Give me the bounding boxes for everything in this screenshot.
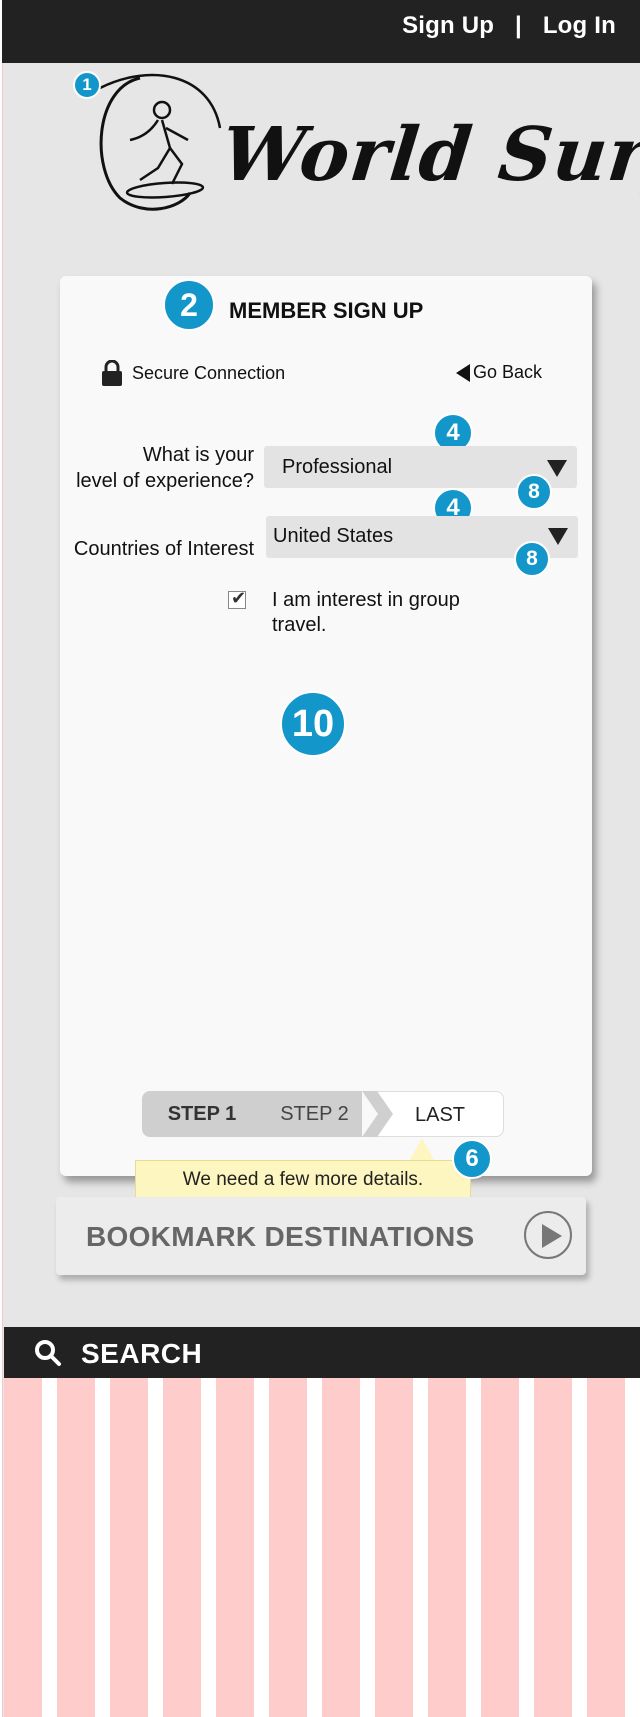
annotation-marker-10: 10 [280, 691, 346, 757]
chevron-down-icon [548, 528, 568, 545]
bookmark-destinations-button[interactable]: BOOKMARK DESTINATIONS [56, 1197, 586, 1275]
annotation-marker-1: 1 [73, 71, 101, 99]
annotation-marker-6: 6 [452, 1139, 492, 1179]
group-travel-checkbox[interactable]: ✔ [228, 588, 247, 609]
go-back-label: Go Back [473, 362, 543, 382]
back-arrow-icon [456, 363, 470, 382]
search-bar[interactable]: SEARCH [4, 1327, 640, 1378]
secure-label: Secure Connection [132, 362, 286, 383]
step-last-label: LAST [414, 1104, 466, 1126]
auth-links: Sign Up | Log In [402, 12, 616, 40]
content-placeholder [4, 1378, 640, 1717]
top-bar: Sign Up | Log In [2, 0, 640, 63]
go-back-link[interactable]: Go Back [456, 362, 542, 383]
checkmark-icon: ✔ [231, 588, 247, 608]
group-travel-label: I am interest in group travel. [272, 589, 460, 636]
step-2-label: STEP 2 [280, 1103, 349, 1125]
annotation-marker-8b: 8 [514, 541, 550, 577]
progress-steps: LAST STEP 2 STEP 1 [142, 1091, 504, 1137]
form-title: MEMBER SIGN UP [229, 298, 424, 323]
group-travel-row: ✔ I am interest in group travel. [228, 588, 492, 638]
step-1[interactable]: STEP 1 [142, 1091, 262, 1137]
logo-text: World Surf [217, 112, 640, 198]
link-separator: | [515, 12, 522, 39]
annotation-marker-8a: 8 [516, 474, 552, 510]
step-1-chevron [262, 1091, 278, 1137]
search-icon [35, 1340, 61, 1366]
tooltip: We need a few more details. [135, 1160, 471, 1200]
signup-link[interactable]: Sign Up [402, 12, 494, 39]
countries-label: Countries of Interest [73, 538, 254, 560]
experience-value: Professional [282, 456, 393, 478]
step-1-label: STEP 1 [167, 1103, 237, 1125]
step-divider [362, 1091, 378, 1137]
chevron-down-icon [547, 460, 567, 477]
secure-connection: Secure Connection [101, 360, 285, 386]
experience-label-line2: level of experience? [76, 470, 254, 492]
search-label: SEARCH [81, 1338, 203, 1369]
countries-value: United States [273, 525, 394, 547]
annotation-marker-2: 2 [163, 279, 215, 331]
experience-label: What is your level of experience? [60, 442, 254, 494]
login-link[interactable]: Log In [543, 12, 616, 39]
lock-icon [102, 360, 122, 386]
experience-label-line1: What is your [142, 444, 254, 466]
bookmark-label: BOOKMARK DESTINATIONS [86, 1221, 475, 1252]
play-icon [524, 1211, 572, 1259]
tooltip-pointer [410, 1138, 434, 1160]
step-2-chevron [377, 1091, 393, 1137]
